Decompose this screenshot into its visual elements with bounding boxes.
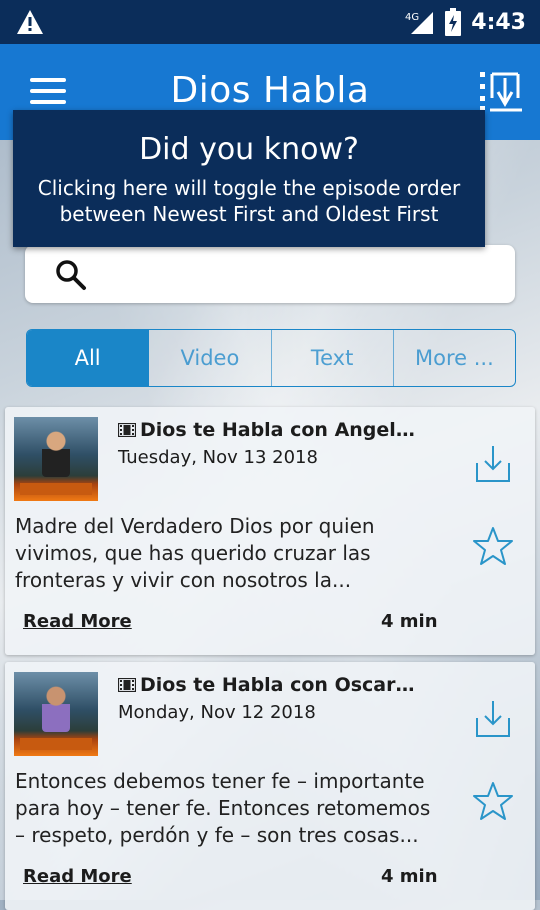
read-more-link[interactable]: Read More — [23, 866, 132, 887]
episode-card[interactable]: Dios te Habla con Angela... Tuesday, Nov… — [5, 407, 535, 655]
status-time: 4:43 — [471, 9, 526, 35]
star-icon[interactable] — [472, 525, 514, 567]
episode-duration: 4 min — [381, 866, 438, 887]
filter-tabs: All Video Text More ... — [26, 329, 516, 387]
thumbnail-banner — [20, 738, 92, 750]
episode-title-text: Dios te Habla con Angela... — [140, 419, 418, 441]
thumbnail-banner — [20, 483, 92, 495]
tooltip[interactable]: Did you know? Clicking here will toggle … — [13, 110, 485, 247]
warning-icon — [17, 10, 43, 34]
signal-icon: 4G — [405, 12, 434, 34]
episode-thumbnail — [14, 417, 98, 501]
status-bar: 4G 4:43 — [0, 0, 540, 44]
episode-description: Madre del Verdadero Dios por quien vivim… — [15, 514, 375, 592]
episode-date: Monday, Nov 12 2018 — [118, 702, 316, 723]
tooltip-body: Clicking here will toggle the episode or… — [37, 176, 461, 226]
tooltip-title: Did you know? — [139, 132, 359, 167]
app-title: Dios Habla — [170, 70, 370, 111]
sort-order-icon[interactable] — [478, 70, 524, 112]
episode-title-text: Dios te Habla con Oscar Arl... — [140, 674, 418, 696]
battery-icon — [445, 8, 462, 36]
episode-title: Dios te Habla con Oscar Arl... — [118, 674, 418, 696]
thumbnail-figure — [42, 686, 70, 732]
tab-more[interactable]: More ... — [393, 330, 515, 386]
episode-title: Dios te Habla con Angela... — [118, 419, 418, 441]
thumbnail-figure — [42, 431, 70, 477]
episode-date: Tuesday, Nov 13 2018 — [118, 447, 318, 468]
episode-thumbnail — [14, 672, 98, 756]
video-icon — [118, 678, 136, 692]
tab-text[interactable]: Text — [271, 330, 394, 386]
search-icon — [56, 260, 86, 290]
download-icon[interactable] — [475, 698, 511, 738]
network-type: 4G — [405, 12, 419, 23]
read-more-link[interactable]: Read More — [23, 611, 132, 632]
tab-all[interactable]: All — [27, 330, 150, 386]
episode-card[interactable]: Dios te Habla con Oscar Arl... Monday, N… — [5, 662, 535, 910]
star-icon[interactable] — [472, 780, 514, 822]
search-bar[interactable] — [25, 245, 515, 303]
episode-duration: 4 min — [381, 611, 438, 632]
tab-video[interactable]: Video — [149, 330, 272, 386]
episode-description: Entonces debemos tener fe – importante p… — [15, 769, 431, 847]
video-icon — [118, 423, 136, 437]
search-input[interactable] — [105, 255, 504, 295]
download-icon[interactable] — [475, 443, 511, 483]
